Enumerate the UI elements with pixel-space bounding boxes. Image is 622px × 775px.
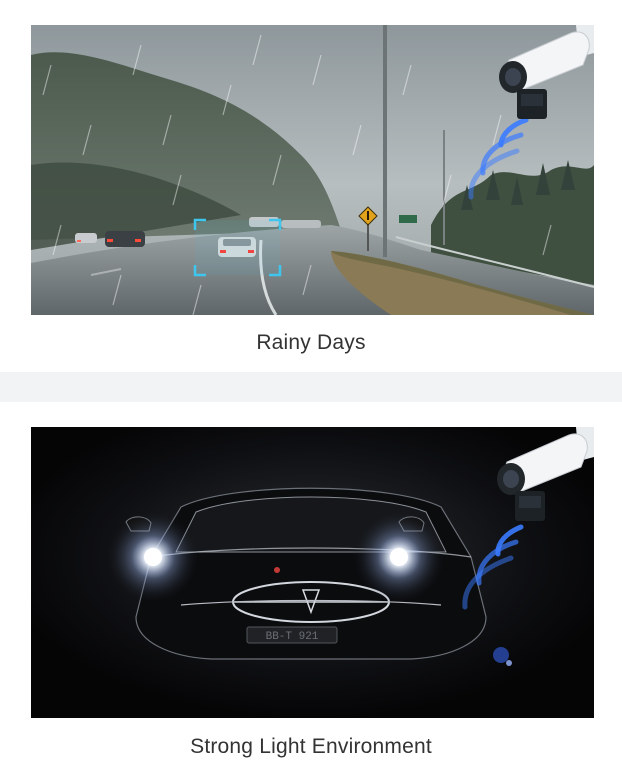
card-caption: Rainy Days — [256, 331, 366, 354]
feature-card-strong-light: BB-T 921 Strong Light Environment — [0, 402, 622, 775]
card-caption: Strong Light Environment — [190, 735, 432, 758]
car-left-1 — [75, 233, 97, 243]
car-left-2 — [105, 231, 145, 247]
lamp-pole — [383, 25, 387, 257]
feature-card-rainy-days: Rainy Days — [0, 0, 622, 372]
rainy-days-image — [31, 25, 594, 315]
strong-light-image: BB-T 921 — [31, 427, 594, 718]
license-plate: BB-T 921 — [266, 631, 319, 643]
page: Rainy Days BB-T 921 Strong Light Environ… — [0, 0, 622, 775]
